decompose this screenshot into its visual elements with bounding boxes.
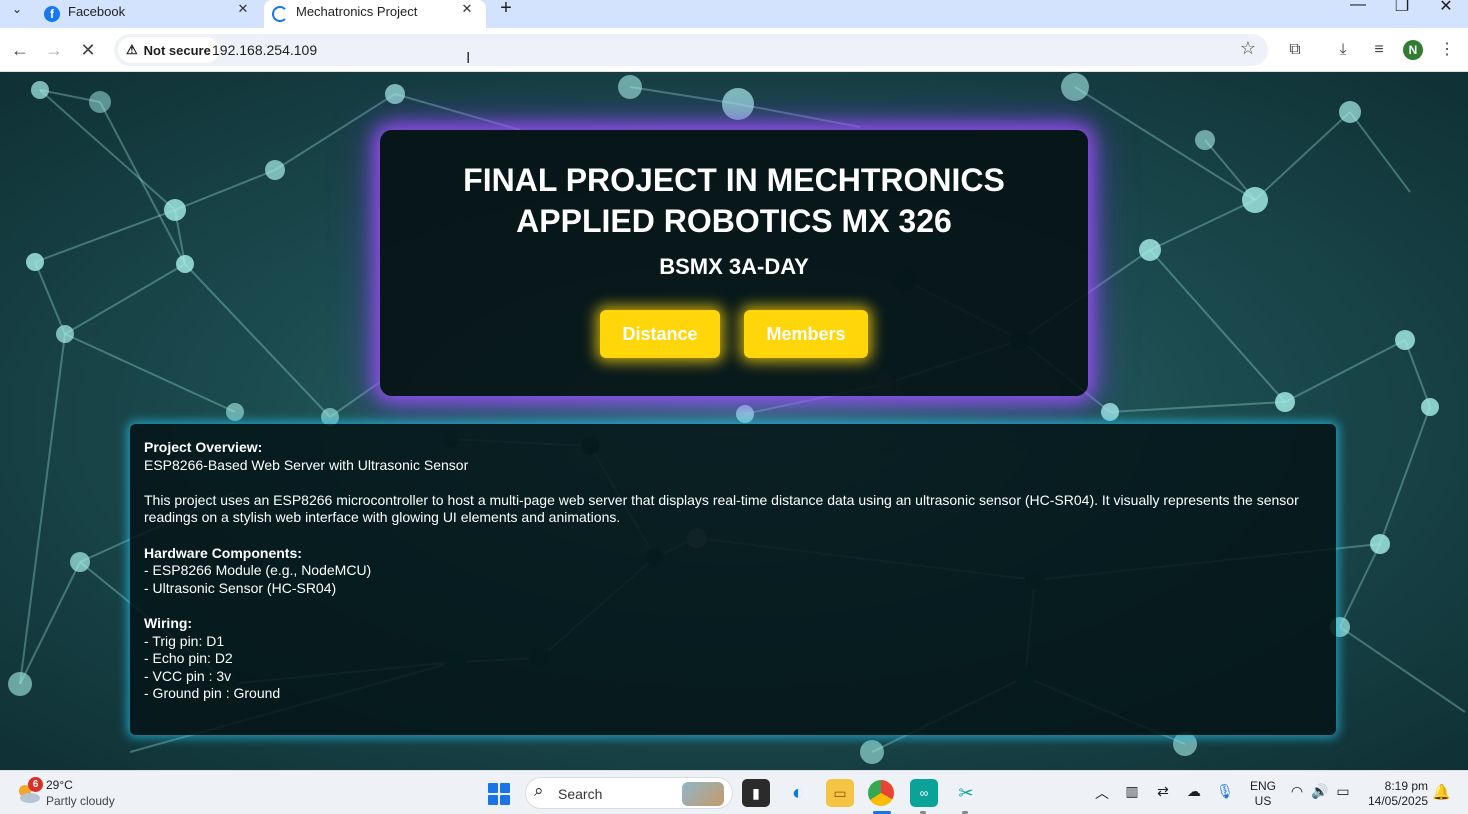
download-icon[interactable]: ⤓ bbox=[1331, 38, 1355, 62]
url-text[interactable]: 192.168.254.109 bbox=[212, 42, 317, 58]
tab-facebook[interactable]: f Facebook ✕ bbox=[36, 0, 262, 28]
tab-title: Facebook bbox=[68, 3, 126, 19]
region-code: US bbox=[1254, 794, 1272, 808]
page-title: FINAL PROJECT IN MECHTRONICS APPLIED ROB… bbox=[463, 162, 1005, 239]
search-label: Search bbox=[558, 786, 603, 802]
wiring-item: - Echo pin: D2 bbox=[144, 650, 233, 667]
wifi-icon[interactable]: ◠ bbox=[1286, 783, 1308, 800]
system-clock[interactable]: 8:19 pm 14/05/2025 bbox=[1368, 779, 1428, 809]
forward-icon[interactable]: → bbox=[42, 38, 66, 62]
wiring-item: - VCC pin : 3v bbox=[144, 667, 232, 684]
file-explorer-icon[interactable]: ▭ bbox=[826, 779, 854, 807]
wiring-item: - Trig pin: D1 bbox=[144, 632, 225, 649]
edge-icon[interactable]: ◐ bbox=[784, 779, 812, 807]
graph-tray-icon[interactable]: ▥ bbox=[1121, 783, 1143, 800]
tab-search-chevron-icon[interactable]: ⌄ bbox=[6, 0, 28, 20]
back-icon[interactable]: ← bbox=[8, 38, 32, 62]
clock-date: 14/05/2025 bbox=[1368, 794, 1429, 808]
warning-icon: ⚠ bbox=[126, 42, 138, 57]
page-viewport: FINAL PROJECT IN MECHTRONICS APPLIED ROB… bbox=[0, 72, 1468, 770]
overview-summary: ESP8266-Based Web Server with Ultrasonic… bbox=[144, 456, 469, 473]
overview-heading: Project Overview: bbox=[144, 439, 263, 455]
settings-sliders-icon[interactable]: ⇄ bbox=[1152, 783, 1174, 800]
snipping-tool-icon[interactable]: ✂ bbox=[952, 779, 980, 807]
hardware-item: - ESP8266 Module (e.g., NodeMCU) bbox=[144, 562, 372, 579]
microphone-icon[interactable]: 🎙 bbox=[1214, 783, 1236, 800]
hero-card: FINAL PROJECT IN MECHTRONICS APPLIED ROB… bbox=[380, 130, 1088, 396]
close-window-icon[interactable]: ✕ bbox=[1431, 0, 1461, 16]
arduino-icon[interactable]: ∞ bbox=[910, 779, 938, 807]
chrome-icon[interactable] bbox=[868, 780, 894, 806]
profile-avatar[interactable]: N bbox=[1403, 40, 1423, 60]
search-icon: ⌕ bbox=[534, 781, 544, 800]
loading-spinner-icon bbox=[272, 6, 288, 22]
minimize-icon[interactable]: — bbox=[1343, 0, 1373, 14]
members-button[interactable]: Members bbox=[744, 310, 868, 358]
language-indicator[interactable]: ENG US bbox=[1250, 779, 1276, 809]
bookmark-star-icon[interactable]: ☆ bbox=[1240, 38, 1256, 59]
show-hidden-icons-icon[interactable]: ︿ bbox=[1091, 783, 1113, 803]
class-subtitle: BSMX 3A-DAY bbox=[659, 254, 809, 279]
close-tab-icon[interactable]: ✕ bbox=[458, 0, 476, 18]
tab-mechatronics-project[interactable]: Mechatronics Project ✕ bbox=[264, 0, 486, 28]
weather-condition: Partly cloudy bbox=[46, 794, 115, 808]
windows-start-icon[interactable] bbox=[488, 783, 510, 805]
hardware-item: - Ultrasonic Sensor (HC-SR04) bbox=[144, 579, 337, 596]
restore-icon[interactable]: ❐ bbox=[1387, 0, 1417, 16]
windows-taskbar: 6 29°C Partly cloudy ⌕ Search ▮ ◐ ▭ ∞ ✂ … bbox=[0, 770, 1468, 814]
taskbar-search[interactable]: ⌕ Search bbox=[525, 777, 733, 809]
task-view-icon[interactable]: ▮ bbox=[742, 779, 770, 807]
hardware-heading: Hardware Components: bbox=[144, 544, 302, 561]
security-chip[interactable]: ⚠ Not secure bbox=[118, 37, 219, 63]
security-label: Not secure bbox=[143, 42, 211, 58]
temperature: 29°C bbox=[46, 778, 73, 792]
weather-badge: 6 bbox=[28, 777, 43, 792]
stop-loading-icon[interactable]: ✕ bbox=[76, 38, 100, 62]
volume-icon[interactable]: 🔊 bbox=[1309, 783, 1331, 800]
facebook-icon: f bbox=[44, 6, 60, 22]
wiring-heading: Wiring: bbox=[144, 614, 193, 631]
wiring-item: - Ground pin : Ground bbox=[144, 685, 281, 702]
extensions-icon[interactable]: ⧉ bbox=[1283, 38, 1307, 62]
close-tab-icon[interactable]: ✕ bbox=[234, 0, 252, 18]
onedrive-icon[interactable]: ☁ bbox=[1183, 783, 1205, 800]
project-overview-card: Project Overview: ESP8266-Based Web Serv… bbox=[130, 424, 1336, 735]
distance-button[interactable]: Distance bbox=[600, 310, 720, 358]
language-code: ENG bbox=[1250, 779, 1277, 793]
text-cursor-icon: I bbox=[466, 50, 471, 67]
tab-strip: ⌄ f Facebook ✕ Mechatronics Project ✕ + … bbox=[0, 0, 1468, 28]
notification-bell-icon[interactable]: 🔔 bbox=[1432, 783, 1451, 801]
new-tab-button[interactable]: + bbox=[494, 0, 518, 20]
browser-toolbar: ← → ✕ ⚠ Not secure 192.168.254.109 ☆ ⧉ ⤓… bbox=[0, 28, 1468, 72]
nav-button-row: Distance Members bbox=[380, 310, 1088, 358]
tab-title: Mechatronics Project bbox=[296, 3, 418, 19]
address-bar[interactable]: ⚠ Not secure 192.168.254.109 ☆ bbox=[114, 34, 1268, 66]
menu-kebab-icon[interactable]: ⋮ bbox=[1435, 38, 1459, 62]
media-control-icon[interactable]: ≡ bbox=[1367, 38, 1391, 62]
search-highlight-image bbox=[682, 782, 724, 806]
overview-description: This project uses an ESP8266 microcontro… bbox=[144, 491, 1299, 526]
clock-time: 8:19 pm bbox=[1384, 779, 1428, 793]
battery-icon[interactable]: ▭ bbox=[1332, 783, 1354, 800]
